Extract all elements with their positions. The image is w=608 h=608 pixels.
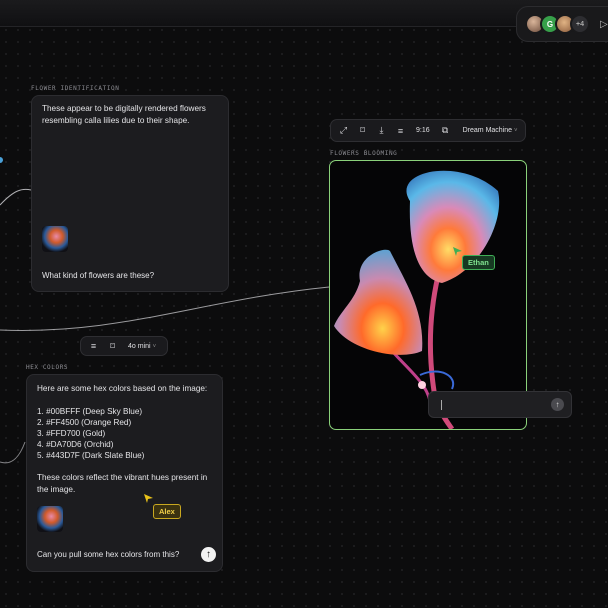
connector-handle — [0, 157, 3, 163]
play-icon[interactable]: ▷ — [600, 19, 608, 30]
copy-icon[interactable]: ⧉ — [436, 125, 455, 136]
expand-icon[interactable]: ⤢ — [334, 125, 353, 136]
flower-thumbnail[interactable] — [37, 506, 63, 532]
flower-card-response: These appear to be digitally rendered fl… — [42, 104, 206, 125]
chevron-down-icon: ˅ — [152, 343, 157, 350]
add-prompt-icon[interactable]: ≡ — [391, 126, 410, 136]
flower-glow — [418, 381, 426, 389]
collaborator-cursor-ethan: Ethan — [462, 255, 495, 270]
hex-card-label: HEX COLORS — [26, 364, 69, 371]
collaborators-bar[interactable]: G +4 ▷ — [516, 6, 608, 42]
image-toolbar: ⤢ ⌑ ⤓ ≡ 9:16 ⧉ Dream Machine ˅ — [330, 119, 526, 142]
send-button[interactable]: ↑ — [201, 547, 216, 562]
collaborator-cursor-alex: Alex — [153, 504, 181, 519]
add-prompt-icon[interactable]: ≡ — [84, 341, 103, 351]
hex-card-intro: Here are some hex colors based on the im… — [37, 384, 208, 393]
flower-card-label: FLOWER IDENTIFICATION — [31, 85, 120, 92]
flower-thumbnail[interactable] — [42, 226, 68, 252]
model-select[interactable]: 4o mini ˅ — [122, 343, 162, 350]
hex-color-item: 5. #443D7F (Dark Slate Blue) — [37, 451, 145, 460]
aspect-ratio-label[interactable]: 9:16 — [410, 127, 436, 134]
flowers-image — [334, 170, 500, 429]
node-toolbar: ≡ ⌑ 4o mini ˅ — [80, 336, 168, 356]
image-chat-input[interactable]: ↑ — [428, 391, 572, 418]
model-select[interactable]: Dream Machine ˅ — [455, 127, 524, 134]
image-node-label: FLOWERS BLOOMING — [330, 150, 398, 157]
flower-stem — [390, 349, 432, 402]
cursor-icon — [144, 494, 153, 503]
connector-line — [0, 286, 330, 331]
hex-card-outro: These colors reflect the vibrant hues pr… — [37, 473, 208, 494]
send-arrow-icon[interactable]: ↑ — [551, 398, 564, 411]
text-caret — [441, 400, 442, 410]
model-select-label: 4o mini — [128, 342, 151, 350]
connector-line — [0, 188, 32, 206]
bookmark-icon[interactable]: ⌑ — [103, 341, 122, 352]
hex-colors-card[interactable]: Here are some hex colors based on the im… — [26, 374, 223, 572]
more-collaborators-count[interactable]: +4 — [570, 14, 590, 34]
bookmark-icon[interactable]: ⌑ — [353, 125, 372, 136]
flowers-image-node[interactable]: Ethan — [329, 160, 527, 430]
flower-identification-card[interactable]: These appear to be digitally rendered fl… — [31, 95, 229, 292]
flower-card-prompt: What kind of flowers are these? — [42, 271, 155, 280]
flower-petal — [334, 249, 423, 355]
download-icon[interactable]: ⤓ — [372, 125, 391, 136]
hex-card-prompt: Can you pull some hex colors from this? — [37, 550, 180, 559]
chevron-down-icon: ˅ — [514, 128, 518, 134]
model-select-label: Dream Machine — [462, 127, 513, 134]
connector-line — [0, 441, 26, 464]
